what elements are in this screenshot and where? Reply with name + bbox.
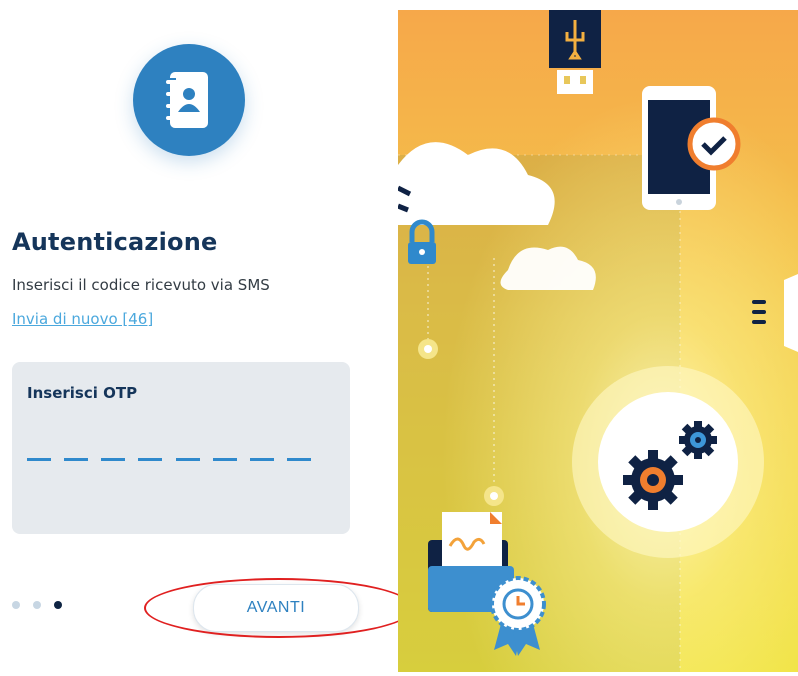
certificate-clock-badge-icon bbox=[490, 576, 546, 656]
step-dot-active bbox=[54, 601, 62, 609]
otp-label: Inserisci OTP bbox=[27, 384, 138, 402]
step-indicator bbox=[12, 601, 62, 609]
otp-digit-slot[interactable] bbox=[138, 458, 163, 461]
otp-digit-slot[interactable] bbox=[212, 458, 237, 461]
resend-code-link[interactable]: Invia di nuovo [46] bbox=[12, 310, 153, 328]
page-title: Autenticazione bbox=[12, 228, 218, 256]
otp-digit-slot[interactable] bbox=[101, 458, 126, 461]
illustration-panel bbox=[396, 10, 798, 672]
otp-digit-slot[interactable] bbox=[249, 458, 274, 461]
step-dot bbox=[33, 601, 41, 609]
instructions-text: Inserisci il codice ricevuto via SMS bbox=[12, 276, 270, 294]
otp-digit-slot[interactable] bbox=[175, 458, 200, 461]
next-button[interactable]: AVANTI bbox=[193, 584, 359, 632]
otp-input-card[interactable]: Inserisci OTP bbox=[12, 362, 350, 534]
step-dot bbox=[12, 601, 20, 609]
address-book-icon bbox=[133, 44, 245, 156]
otp-digit-slot[interactable] bbox=[286, 458, 311, 461]
otp-digit-slot[interactable] bbox=[64, 458, 89, 461]
otp-input[interactable] bbox=[27, 458, 311, 462]
otp-digit-slot[interactable] bbox=[27, 458, 51, 461]
gears-icon bbox=[572, 366, 764, 558]
auth-panel: Autenticazione Inserisci il codice ricev… bbox=[0, 0, 414, 672]
